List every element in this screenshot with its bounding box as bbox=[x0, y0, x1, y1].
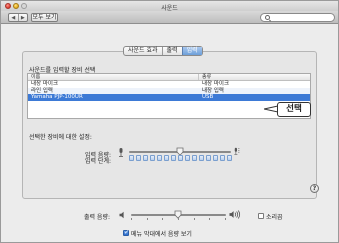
sound-preferences-window: 사운드 ◀ ▶ 모두 보기 사운드 효과 출력 입력 사운드를 입력할 장비 선… bbox=[0, 0, 339, 243]
show-volume-in-menubar-checkbox[interactable] bbox=[123, 229, 129, 236]
column-header-name[interactable]: 이름 bbox=[28, 74, 199, 80]
level-segment bbox=[164, 155, 169, 161]
forward-button[interactable]: ▶ bbox=[17, 14, 28, 21]
level-segment bbox=[192, 155, 197, 161]
level-segment bbox=[206, 155, 211, 161]
tab-input[interactable]: 입력 bbox=[181, 47, 202, 55]
nav-buttons: ◀ ▶ bbox=[8, 13, 28, 22]
table-row[interactable]: 라인 입력 내장 입력 bbox=[28, 87, 310, 95]
level-segment bbox=[157, 155, 162, 161]
input-level-meter bbox=[129, 155, 232, 161]
mute-checkbox[interactable] bbox=[258, 213, 264, 219]
toolbar: ◀ ▶ 모두 보기 bbox=[1, 11, 338, 24]
speaker-low-icon bbox=[119, 211, 124, 219]
device-type: USB bbox=[202, 94, 214, 101]
show-volume-in-menubar-label: 메뉴 막대에서 음량 보기 bbox=[131, 231, 192, 238]
level-segment bbox=[185, 155, 190, 161]
tab-bar: 사운드 효과 출력 입력 bbox=[123, 46, 203, 56]
microphone-high-icon bbox=[234, 147, 240, 155]
level-segment bbox=[150, 155, 155, 161]
level-segment bbox=[220, 155, 225, 161]
level-segment bbox=[171, 155, 176, 161]
back-button[interactable]: ◀ bbox=[9, 14, 18, 21]
level-segment bbox=[213, 155, 218, 161]
input-level-label: 입력 단계: bbox=[84, 158, 111, 165]
output-volume-label: 출력 음량: bbox=[83, 214, 110, 221]
column-header-type[interactable]: 종류 bbox=[199, 74, 211, 80]
level-segment bbox=[199, 155, 204, 161]
tab-output[interactable]: 출력 bbox=[161, 47, 182, 55]
slider-ticks bbox=[131, 218, 226, 220]
output-volume-slider[interactable] bbox=[131, 210, 226, 220]
device-name: 내장 마이크 bbox=[31, 81, 59, 87]
table-row-selected[interactable]: Yamaha PJP-100UR USB bbox=[28, 94, 310, 102]
level-segment bbox=[136, 155, 141, 161]
search-icon bbox=[265, 15, 270, 20]
settings-section-title: 선택한 장비에 대한 설정: bbox=[29, 134, 92, 141]
help-button[interactable]: ? bbox=[310, 184, 319, 193]
device-type: 내장 마이크 bbox=[202, 81, 230, 87]
device-name: Yamaha PJP-100UR bbox=[31, 94, 83, 101]
device-type: 내장 입력 bbox=[202, 87, 224, 94]
title-bar: 사운드 bbox=[1, 1, 338, 12]
show-all-button[interactable]: 모두 보기 bbox=[31, 13, 58, 22]
table-row[interactable]: 내장 마이크 내장 마이크 bbox=[28, 81, 310, 88]
level-segment bbox=[178, 155, 183, 161]
level-segment bbox=[129, 155, 134, 161]
search-field[interactable] bbox=[260, 13, 335, 22]
device-name: 라인 입력 bbox=[31, 87, 53, 94]
mute-label: 소리끔 bbox=[266, 214, 283, 221]
speaker-high-icon bbox=[229, 210, 241, 219]
level-segment bbox=[143, 155, 148, 161]
select-callout: 선택 bbox=[277, 102, 311, 117]
tab-sound-effects[interactable]: 사운드 효과 bbox=[124, 47, 162, 55]
callout-pointer bbox=[264, 105, 278, 113]
microphone-low-icon bbox=[119, 148, 123, 157]
table-header: 이름 종류 bbox=[28, 74, 310, 81]
level-segment bbox=[227, 155, 232, 161]
